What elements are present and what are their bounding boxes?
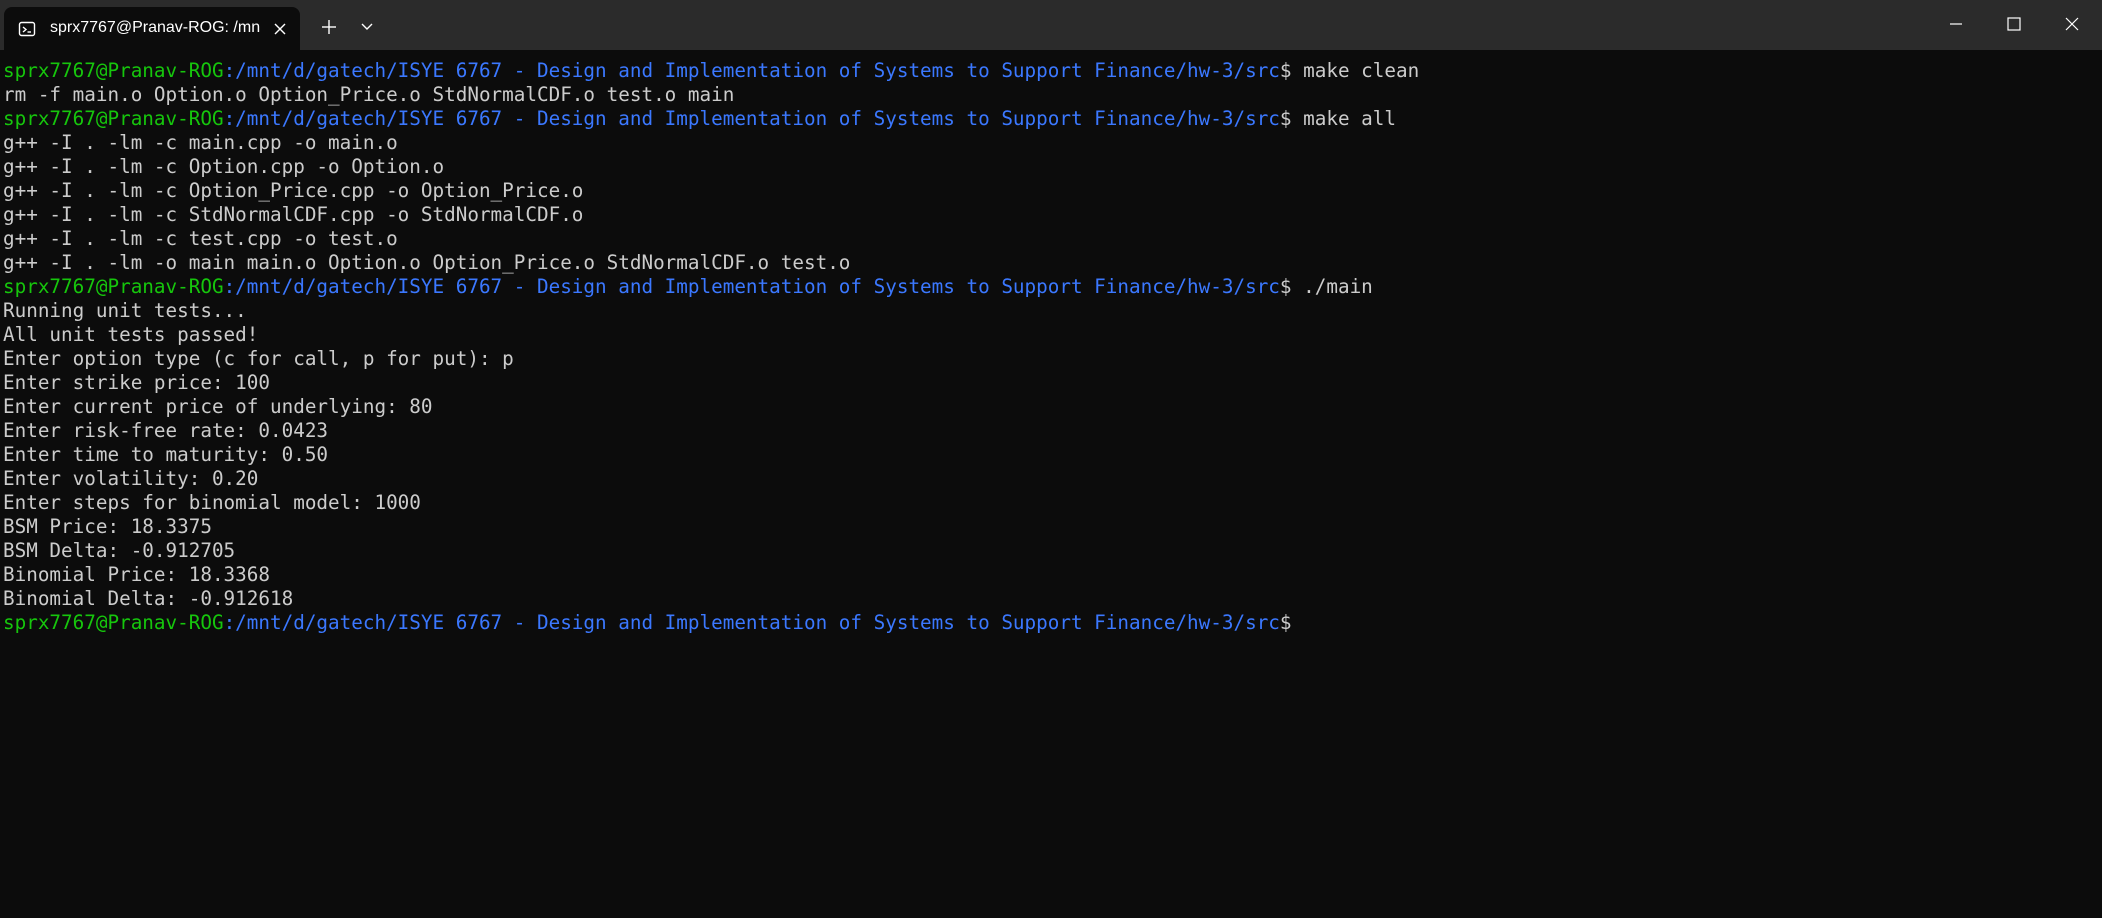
output-line: Enter current price of underlying: 80 — [0, 395, 2102, 419]
output-text: Enter strike price: 100 — [3, 371, 270, 394]
output-line: Enter time to maturity: 0.50 — [0, 443, 2102, 467]
output-line: rm -f main.o Option.o Option_Price.o Std… — [0, 83, 2102, 107]
minimize-icon[interactable] — [1927, 0, 1985, 50]
prompt-user: sprx7767@Pranav-ROG — [3, 611, 224, 634]
output-text: BSM Delta: -0.912705 — [3, 539, 236, 562]
output-text: g++ -I . -lm -c main.cpp -o main.o — [3, 131, 398, 154]
terminal-window: sprx7767@Pranav-ROG: /mnt/d/gatech/ISYE … — [0, 0, 2102, 918]
chevron-down-icon[interactable] — [352, 12, 382, 42]
prompt-command: $ — [1279, 611, 1292, 634]
tab-title: sprx7767@Pranav-ROG: /mnt/d/gatech/ISYE … — [50, 19, 260, 36]
output-text: Running unit tests... — [3, 299, 247, 322]
title-bar[interactable]: sprx7767@Pranav-ROG: /mnt/d/gatech/ISYE … — [0, 0, 2102, 50]
output-line: Enter steps for binomial model: 1000 — [0, 491, 2102, 515]
prompt-path: :/mnt/d/gatech/ISYE 6767 - Design and Im… — [223, 59, 1280, 82]
output-line: g++ -I . -lm -c Option.cpp -o Option.o — [0, 155, 2102, 179]
output-line: Enter option type (c for call, p for put… — [0, 347, 2102, 371]
output-text: g++ -I . -lm -c Option_Price.cpp -o Opti… — [3, 179, 584, 202]
output-line: Binomial Delta: -0.912618 — [0, 587, 2102, 611]
output-text: rm -f main.o Option.o Option_Price.o Std… — [3, 83, 735, 106]
output-text: Enter steps for binomial model: 1000 — [3, 491, 421, 514]
output-text: All unit tests passed! — [3, 323, 259, 346]
prompt-path: :/mnt/d/gatech/ISYE 6767 - Design and Im… — [223, 107, 1280, 130]
prompt-path: :/mnt/d/gatech/ISYE 6767 - Design and Im… — [223, 275, 1280, 298]
output-line: g++ -I . -lm -c StdNormalCDF.cpp -o StdN… — [0, 203, 2102, 227]
output-line: g++ -I . -lm -c main.cpp -o main.o — [0, 131, 2102, 155]
output-text: g++ -I . -lm -o main main.o Option.o Opt… — [3, 251, 851, 274]
output-line: All unit tests passed! — [0, 323, 2102, 347]
output-text: g++ -I . -lm -c StdNormalCDF.cpp -o StdN… — [3, 203, 584, 226]
prompt-user: sprx7767@Pranav-ROG — [3, 107, 224, 130]
terminal-tab[interactable]: sprx7767@Pranav-ROG: /mnt/d/gatech/ISYE … — [4, 7, 300, 50]
new-tab-plus-icon[interactable] — [314, 12, 344, 42]
output-text: g++ -I . -lm -c test.cpp -o test.o — [3, 227, 398, 250]
output-line: g++ -I . -lm -c Option_Price.cpp -o Opti… — [0, 179, 2102, 203]
output-line: Enter risk-free rate: 0.0423 — [0, 419, 2102, 443]
output-line: Enter strike price: 100 — [0, 371, 2102, 395]
prompt-command: $ make clean — [1279, 59, 1420, 82]
prompt-user: sprx7767@Pranav-ROG — [3, 275, 224, 298]
output-line: BSM Price: 18.3375 — [0, 515, 2102, 539]
output-text: BSM Price: 18.3375 — [3, 515, 212, 538]
prompt-user: sprx7767@Pranav-ROG — [3, 59, 224, 82]
prompt-line: sprx7767@Pranav-ROG:/mnt/d/gatech/ISYE 6… — [0, 275, 2102, 299]
close-icon[interactable] — [2043, 0, 2101, 50]
output-text: g++ -I . -lm -c Option.cpp -o Option.o — [3, 155, 445, 178]
output-text: Enter risk-free rate: 0.0423 — [3, 419, 329, 442]
output-text: Binomial Price: 18.3368 — [3, 563, 270, 586]
terminal-output[interactable]: sprx7767@Pranav-ROG:/mnt/d/gatech/ISYE 6… — [0, 59, 2102, 918]
tab-close-icon[interactable] — [270, 19, 290, 39]
prompt-line: sprx7767@Pranav-ROG:/mnt/d/gatech/ISYE 6… — [0, 611, 2102, 635]
output-text: Binomial Delta: -0.912618 — [3, 587, 294, 610]
prompt-path: :/mnt/d/gatech/ISYE 6767 - Design and Im… — [223, 611, 1280, 634]
output-line: Running unit tests... — [0, 299, 2102, 323]
output-line: g++ -I . -lm -o main main.o Option.o Opt… — [0, 251, 2102, 275]
prompt-command: $ ./main — [1279, 275, 1373, 298]
output-line: Enter volatility: 0.20 — [0, 467, 2102, 491]
prompt-command: $ make all — [1279, 107, 1397, 130]
output-line: Binomial Price: 18.3368 — [0, 563, 2102, 587]
output-text: Enter time to maturity: 0.50 — [3, 443, 329, 466]
output-text: Enter option type (c for call, p for put… — [3, 347, 514, 370]
output-line: g++ -I . -lm -c test.cpp -o test.o — [0, 227, 2102, 251]
maximize-icon[interactable] — [1985, 0, 2043, 50]
prompt-line: sprx7767@Pranav-ROG:/mnt/d/gatech/ISYE 6… — [0, 107, 2102, 131]
prompt-line: sprx7767@Pranav-ROG:/mnt/d/gatech/ISYE 6… — [0, 59, 2102, 83]
terminal-icon — [18, 20, 36, 38]
output-text: Enter current price of underlying: 80 — [3, 395, 433, 418]
output-line: BSM Delta: -0.912705 — [0, 539, 2102, 563]
output-text: Enter volatility: 0.20 — [3, 467, 259, 490]
